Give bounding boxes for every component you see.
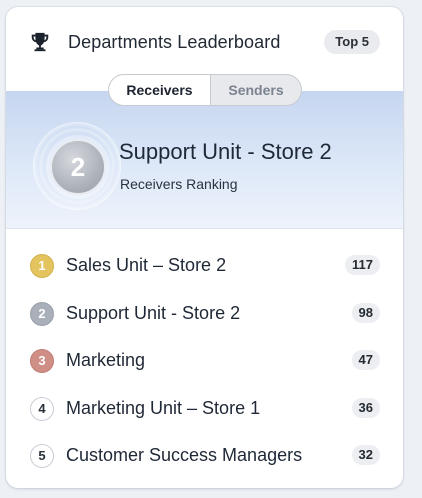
department-name: Customer Success Managers [66, 445, 303, 465]
department-name: Support Unit - Store 2 [66, 303, 241, 323]
tab-senders[interactable]: Senders [211, 75, 301, 105]
featured-rank-medal: 2 [50, 139, 106, 195]
featured-department-name: Support Unit - Store 2 [119, 139, 332, 164]
card-title: Departments Leaderboard [68, 32, 281, 52]
list-item[interactable]: 1 Sales Unit – Store 2 117 [6, 246, 403, 286]
list-item[interactable]: 3 Marketing 47 [6, 341, 403, 381]
count-badge: 47 [351, 350, 380, 370]
card-header: Departments Leaderboard Top 5 [6, 7, 403, 77]
department-name: Marketing [66, 350, 146, 370]
list-item[interactable]: 5 Customer Success Managers 32 [6, 436, 403, 476]
featured-ranking-label: Receivers Ranking [120, 176, 238, 192]
list-item[interactable]: 2 Support Unit - Store 2 98 [6, 294, 403, 334]
department-name: Sales Unit – Store 2 [66, 255, 227, 275]
count-badge: 36 [351, 398, 380, 418]
bronze-medal-icon: 3 [30, 349, 54, 373]
silver-medal-icon: 2 [30, 302, 54, 326]
count-badge: 117 [345, 255, 380, 275]
gold-medal-icon: 1 [30, 254, 54, 278]
top-count-badge: Top 5 [324, 30, 380, 54]
list-item[interactable]: 4 Marketing Unit – Store 1 36 [6, 389, 403, 429]
count-badge: 98 [351, 303, 380, 323]
rank-number-badge: 5 [30, 444, 54, 468]
department-name: Marketing Unit – Store 1 [66, 398, 261, 418]
rank-number-badge: 4 [30, 397, 54, 421]
tab-receivers[interactable]: Receivers [109, 75, 211, 105]
ranking-tabs: Receivers Senders [108, 74, 302, 106]
trophy-icon [31, 32, 49, 52]
count-badge: 32 [351, 445, 380, 465]
leaderboard-card: Departments Leaderboard Top 5 Receivers … [6, 7, 403, 488]
